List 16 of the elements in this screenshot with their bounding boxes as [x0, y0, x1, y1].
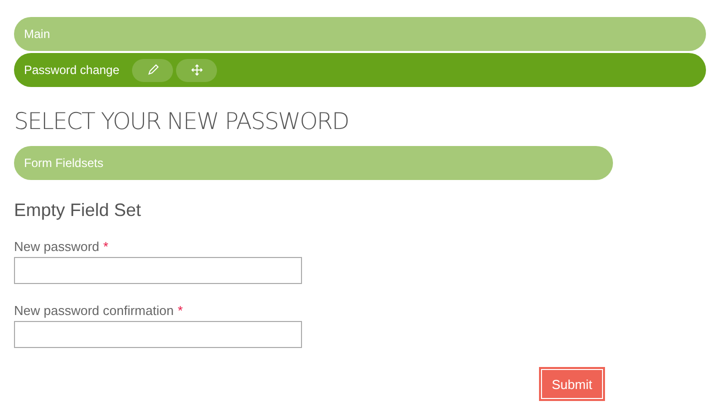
field-label: New password [14, 239, 100, 254]
section-title: Form Fieldsets [24, 156, 104, 170]
required-mark: * [178, 303, 183, 318]
password-field[interactable] [14, 321, 302, 348]
move-button[interactable] [176, 58, 218, 82]
pencil-icon [146, 64, 159, 76]
submit-button[interactable]: Submit [539, 367, 605, 401]
page-heading: SELECT YOUR NEW PASSWORD [14, 109, 350, 135]
fieldset-title: Empty Field Set [14, 200, 142, 221]
bar-title: Main [24, 27, 50, 41]
edit-button[interactable] [132, 58, 174, 82]
field-label: New password confirmation [14, 303, 174, 318]
required-mark: * [103, 239, 108, 254]
password-field[interactable] [14, 257, 302, 284]
move-icon [190, 64, 203, 76]
bar-title: Password change [24, 63, 120, 77]
